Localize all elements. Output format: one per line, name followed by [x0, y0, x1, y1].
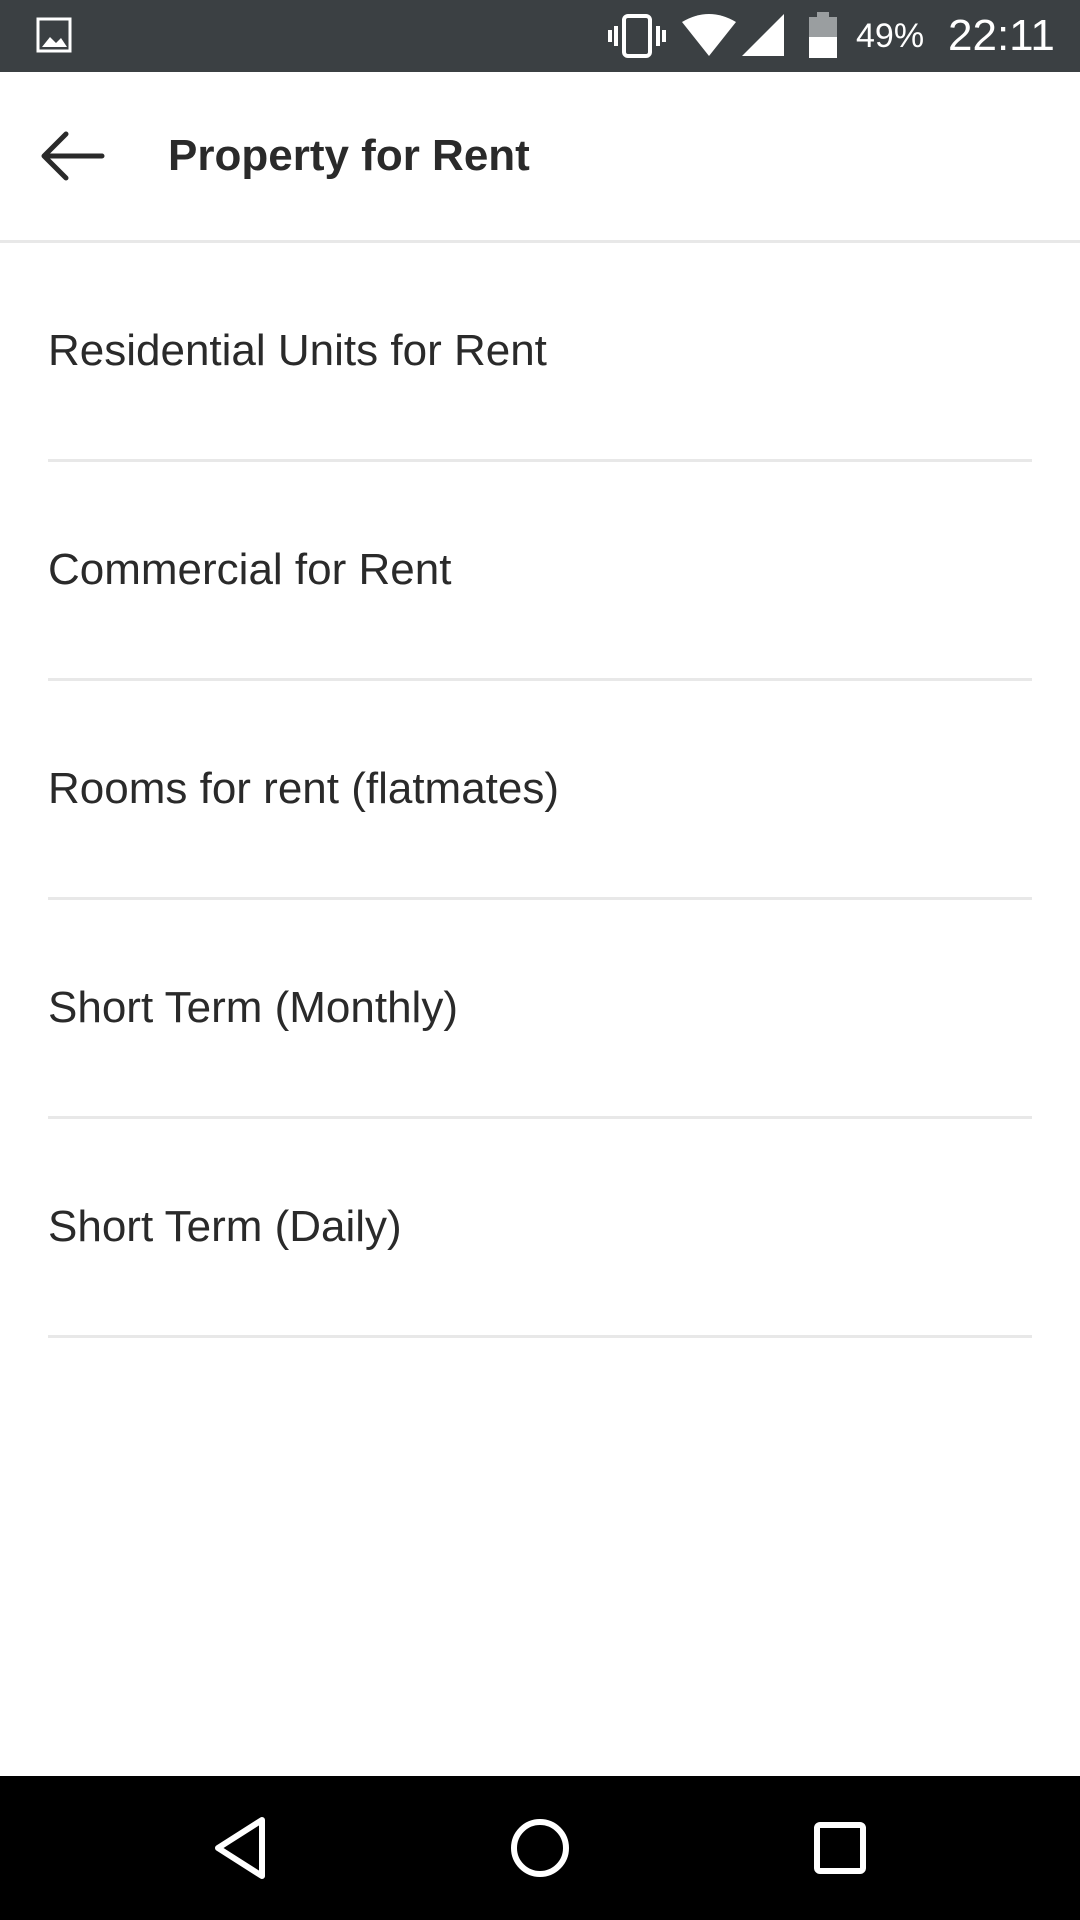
list-item-rooms-flatmates[interactable]: Rooms for rent (flatmates): [0, 681, 1080, 900]
status-bar: 49% 22:11: [0, 0, 1080, 72]
battery-percent: 49%: [856, 17, 925, 55]
arrow-back-icon: [41, 131, 105, 181]
list-item-label: Commercial for Rent: [48, 545, 452, 594]
category-list: Residential Units for Rent Commercial fo…: [0, 243, 1080, 1338]
list-item-label: Short Term (Monthly): [48, 983, 458, 1032]
battery-icon: [809, 12, 837, 58]
back-triangle-icon: [215, 1817, 265, 1879]
clock-time: 22:11: [948, 11, 1055, 60]
list-item-short-term-daily[interactable]: Short Term (Daily): [0, 1119, 1080, 1338]
nav-recents-button[interactable]: [804, 1812, 876, 1884]
list-item-residential-units[interactable]: Residential Units for Rent: [0, 243, 1080, 462]
vibrate-icon: [608, 14, 666, 58]
navigation-bar: [0, 1776, 1080, 1920]
nav-back-button[interactable]: [204, 1812, 276, 1884]
cellular-signal-icon: [742, 14, 784, 56]
page-title: Property for Rent: [168, 131, 530, 180]
nav-home-button[interactable]: [504, 1812, 576, 1884]
home-circle-icon: [511, 1819, 569, 1877]
wifi-icon: [682, 14, 736, 56]
list-item-label: Short Term (Daily): [48, 1202, 402, 1251]
app-bar: Property for Rent: [0, 72, 1080, 243]
list-item-commercial[interactable]: Commercial for Rent: [0, 462, 1080, 681]
back-button[interactable]: [36, 120, 132, 192]
gallery-icon: [36, 17, 72, 53]
list-item-short-term-monthly[interactable]: Short Term (Monthly): [0, 900, 1080, 1119]
recents-square-icon: [814, 1822, 866, 1874]
list-item-label: Residential Units for Rent: [48, 326, 547, 375]
list-item-label: Rooms for rent (flatmates): [48, 764, 560, 813]
